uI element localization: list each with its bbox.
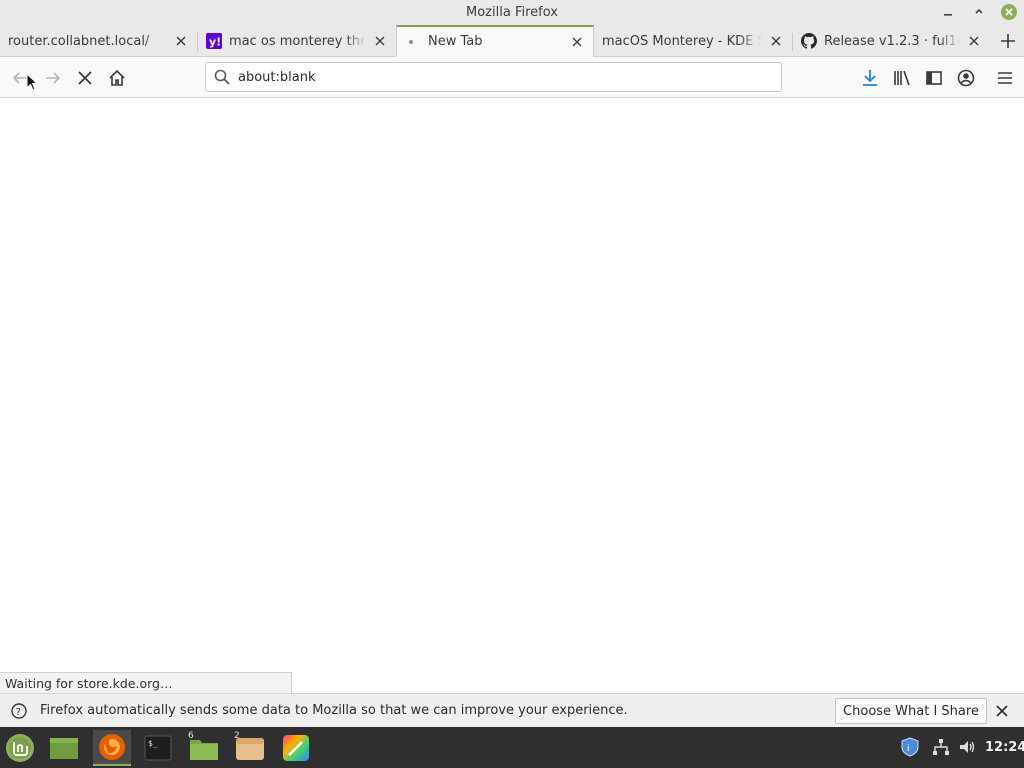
taskbar: $_ 6 2 i 12:24: [0, 727, 1024, 768]
volume-tray[interactable]: [957, 737, 977, 757]
tab-close-button[interactable]: [766, 31, 786, 51]
new-tab-button[interactable]: [996, 29, 1020, 53]
library-button[interactable]: [889, 65, 915, 91]
navigation-toolbar: [0, 57, 1024, 98]
notification-message: Firefox automatically sends some data to…: [40, 703, 628, 718]
maximize-button[interactable]: [971, 4, 987, 20]
clock[interactable]: 12:24: [985, 740, 1024, 755]
menu-button[interactable]: [992, 65, 1018, 91]
close-icon: [969, 36, 979, 46]
choose-what-i-share-button[interactable]: Choose What I Share: [835, 698, 987, 724]
tab-bar: router.collabnet.local/ y! mac os monter…: [0, 25, 1024, 57]
tab-label: Release v1.2.3 · ful1e5: [824, 33, 960, 49]
sidebar-icon: [926, 71, 942, 85]
forward-button[interactable]: [40, 65, 66, 91]
update-manager-tray[interactable]: i: [900, 737, 920, 757]
close-icon: [176, 36, 186, 46]
taskbar-files-2[interactable]: 2: [231, 730, 269, 766]
network-icon: [933, 739, 949, 755]
account-button[interactable]: [953, 65, 979, 91]
close-icon: [996, 705, 1008, 717]
tab-label: mac os monterey theme: [229, 33, 366, 49]
terminal-icon: $_: [144, 735, 172, 761]
tab-close-button[interactable]: [567, 32, 587, 52]
status-text: Waiting for store.kde.org…: [0, 672, 292, 693]
data-reporting-notification: ? Firefox automatically sends some data …: [0, 693, 1024, 727]
plus-icon: [1001, 34, 1015, 48]
hamburger-menu-icon: [998, 72, 1012, 84]
sidebar-button[interactable]: [921, 65, 947, 91]
close-icon: [1005, 8, 1013, 16]
stop-icon: [78, 71, 92, 85]
paint-brush-icon: [283, 735, 309, 761]
search-icon: [214, 69, 230, 89]
linux-mint-logo-icon: [6, 734, 34, 762]
minimize-icon: [944, 14, 952, 16]
speaker-icon: [960, 741, 975, 753]
library-icon: [894, 70, 910, 86]
page-content[interactable]: [0, 98, 1024, 693]
address-bar[interactable]: [205, 62, 782, 92]
desktop-icon: [50, 738, 78, 759]
tab-new-tab[interactable]: New Tab: [396, 25, 594, 57]
download-icon: [863, 70, 877, 86]
close-icon: [375, 36, 385, 46]
tab-label: router.collabnet.local/: [8, 33, 150, 49]
tab-close-button[interactable]: [964, 31, 984, 51]
close-window-button[interactable]: [1001, 4, 1017, 20]
shield-icon: i: [901, 737, 919, 757]
help-icon: ?: [11, 703, 27, 723]
tab-router[interactable]: router.collabnet.local/: [0, 25, 197, 57]
taskbar-files[interactable]: 6: [185, 730, 223, 766]
tab-label: New Tab: [428, 34, 483, 49]
yahoo-icon: y!: [206, 33, 222, 49]
svg-text:$_: $_: [148, 739, 158, 748]
tab-close-button[interactable]: [370, 31, 390, 51]
taskbar-terminal[interactable]: $_: [139, 730, 177, 766]
tab-close-button[interactable]: [171, 31, 191, 51]
window-titlebar: Mozilla Firefox: [0, 0, 1024, 25]
minimize-button[interactable]: [940, 4, 956, 20]
tab-yahoo-search[interactable]: y! mac os monterey theme: [198, 25, 396, 57]
taskbar-firefox[interactable]: [93, 730, 131, 766]
home-icon: [109, 69, 125, 86]
start-menu-button[interactable]: [1, 730, 39, 766]
close-icon: [572, 37, 582, 46]
firefox-icon: [99, 734, 125, 760]
loading-dot-icon: [405, 34, 421, 50]
network-tray[interactable]: [931, 737, 951, 757]
svg-text:i: i: [907, 744, 910, 754]
restore-icon: [975, 8, 983, 14]
window-count-badge: 6: [188, 731, 194, 741]
close-notification-button[interactable]: [993, 702, 1011, 720]
tab-github-release[interactable]: Release v1.2.3 · ful1e5: [793, 25, 990, 57]
mouse-cursor-icon: [26, 73, 38, 91]
home-button[interactable]: [104, 65, 130, 91]
svg-text:?: ?: [16, 707, 21, 718]
github-icon: [801, 33, 817, 49]
show-desktop-button[interactable]: [45, 730, 83, 766]
window-title: Mozilla Firefox: [466, 5, 558, 20]
downloads-button[interactable]: [857, 65, 883, 91]
close-icon: [771, 36, 781, 46]
window-count-badge: 2: [234, 731, 240, 741]
url-input[interactable]: [238, 67, 768, 87]
taskbar-drawing-app[interactable]: [277, 730, 315, 766]
tab-label: macOS Monterey - KDE Store: [602, 33, 762, 49]
svg-text:y!: y!: [209, 36, 221, 49]
stop-loading-button[interactable]: [72, 65, 98, 91]
forward-arrow-icon: [46, 72, 61, 84]
account-icon: [957, 69, 975, 87]
tab-kde-store[interactable]: macOS Monterey - KDE Store: [594, 25, 792, 57]
